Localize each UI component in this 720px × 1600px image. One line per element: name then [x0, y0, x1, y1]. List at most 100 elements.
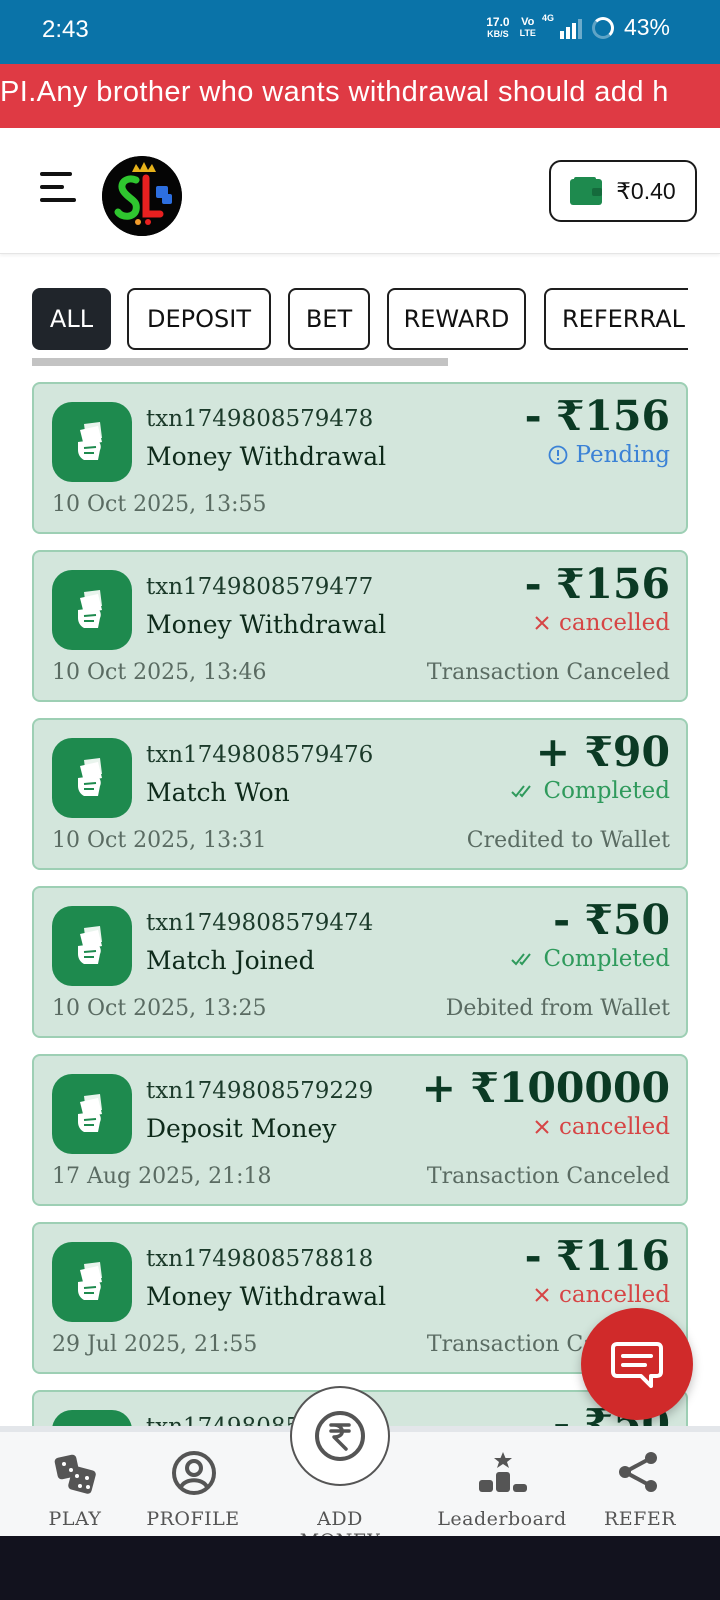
transaction-card[interactable]: txn1749808579474 Match Joined 10 Oct 202… [32, 886, 688, 1038]
status-badge: Completed [511, 946, 670, 972]
transaction-id: txn1749808579229 [146, 1078, 374, 1104]
tab-deposit[interactable]: DEPOSIT [127, 288, 271, 350]
app-header: ₹0.40 [0, 128, 720, 254]
transaction-amount: - ₹116 [524, 1232, 670, 1280]
money-icon [52, 402, 132, 482]
transaction-note: Transaction Canceled [426, 660, 670, 685]
transaction-title: Money Withdrawal [146, 610, 387, 639]
status-text: Pending [575, 442, 670, 468]
announcement-text: PI.Any brother who wants withdrawal shou… [0, 76, 669, 108]
network-speed-unit: KB/S [487, 28, 509, 39]
double-check-icon [511, 785, 532, 798]
transaction-date: 17 Aug 2025, 21:18 [52, 1164, 272, 1189]
nav-leaderboard[interactable]: Leaderboard [437, 1432, 567, 1536]
close-icon [535, 1120, 549, 1134]
transaction-amount: + ₹90 [535, 728, 670, 776]
transaction-title: Deposit Money [146, 1114, 337, 1143]
tab-all[interactable]: ALL [32, 288, 111, 350]
volte-icon: Vo LTE [519, 15, 536, 39]
money-icon [52, 570, 132, 650]
menu-icon [40, 172, 72, 176]
status-badge: Completed [511, 778, 670, 804]
logo-icon [102, 156, 182, 236]
nav-refer[interactable]: REFER [575, 1432, 705, 1536]
transaction-id: txn1749808578818 [146, 1246, 374, 1272]
network-type: 4G [541, 12, 554, 23]
rupee-icon [315, 1411, 365, 1461]
transaction-card[interactable]: txn1749808579476 Match Won 10 Oct 2025, … [32, 718, 688, 870]
money-icon [52, 1242, 132, 1322]
tab-bet[interactable]: BET [288, 288, 370, 350]
transaction-note: Credited to Wallet [466, 828, 670, 853]
transaction-id: txn1749808579477 [146, 574, 374, 600]
wallet-icon [570, 177, 603, 205]
share-icon [619, 1452, 657, 1492]
info-circle-icon [548, 445, 567, 465]
transaction-card[interactable]: txn1749808579478 Money Withdrawal 10 Oct… [32, 382, 688, 534]
transaction-id: txn1749808579478 [146, 406, 374, 432]
transaction-amount: + ₹100000 [421, 1064, 670, 1112]
close-icon [535, 616, 549, 630]
wallet-balance-button[interactable]: ₹0.40 [549, 160, 697, 222]
battery-percent: 43% [623, 14, 670, 40]
app-logo[interactable] [102, 156, 182, 236]
status-bar: 2:43 17.0 KB/S Vo LTE 4G 43% [0, 0, 720, 64]
transaction-amount: - ₹50 [553, 896, 670, 944]
battery-icon [591, 16, 614, 39]
nav-profile-label: PROFILE [146, 1508, 240, 1530]
system-navigation-bar [0, 1536, 720, 1600]
transaction-title: Match Joined [146, 946, 315, 975]
transaction-amount: - ₹156 [524, 392, 670, 440]
dice-icon [54, 1454, 96, 1494]
status-text: cancelled [559, 1282, 670, 1308]
network-speed: 17.0 KB/S [486, 16, 509, 40]
transaction-title: Money Withdrawal [146, 442, 387, 471]
transaction-title: Match Won [146, 778, 290, 807]
transaction-note: Debited from Wallet [445, 996, 670, 1021]
status-text: Completed [543, 778, 670, 804]
status-text: Completed [543, 946, 670, 972]
add-money-button[interactable] [290, 1386, 390, 1486]
transaction-date: 29 Jul 2025, 21:55 [52, 1332, 258, 1357]
status-text: cancelled [559, 610, 670, 636]
transaction-id: txn1749808579476 [146, 742, 374, 768]
volte-top: Vo [521, 15, 535, 28]
status-badge: cancelled [533, 1114, 670, 1140]
tab-referral[interactable]: REFERRAL [544, 288, 688, 350]
money-icon [52, 738, 132, 818]
transaction-note: Transaction Canceled [426, 1164, 670, 1189]
transaction-amount: - ₹156 [524, 560, 670, 608]
money-icon [52, 1074, 132, 1154]
money-icon [52, 906, 132, 986]
money-icon [52, 1410, 132, 1426]
status-text: cancelled [559, 1114, 670, 1140]
nav-play-label: PLAY [48, 1508, 102, 1530]
transaction-date: 10 Oct 2025, 13:46 [52, 660, 267, 685]
transaction-card[interactable]: txn1749808579477 Money Withdrawal 10 Oct… [32, 550, 688, 702]
nav-profile[interactable]: PROFILE [128, 1432, 258, 1536]
transaction-id: txn1749808579474 [146, 910, 374, 936]
user-circle-icon [172, 1451, 216, 1495]
nav-play[interactable]: PLAY [10, 1432, 140, 1536]
double-check-icon [511, 953, 532, 966]
volte-bottom: LTE [519, 27, 536, 38]
wallet-balance: ₹0.40 [616, 177, 676, 204]
transaction-card[interactable]: txn1749808579229 Deposit Money 17 Aug 20… [32, 1054, 688, 1206]
nav-refer-label: REFER [603, 1508, 677, 1530]
status-icons: 17.0 KB/S Vo LTE 4G 43% [486, 12, 670, 41]
tabs-scrollbar[interactable] [32, 358, 448, 366]
transaction-id: txn174980857 [146, 1414, 315, 1426]
chat-button[interactable] [581, 1308, 693, 1420]
filter-tabs: ALL DEPOSIT BET REWARD REFERRAL [32, 288, 688, 350]
tab-reward[interactable]: REWARD [387, 288, 526, 350]
announcement-banner: PI.Any brother who wants withdrawal shou… [0, 64, 720, 128]
close-icon [535, 1288, 549, 1302]
status-badge: cancelled [533, 610, 670, 636]
podium-icon [479, 1452, 527, 1492]
transaction-list: txn1749808579478 Money Withdrawal 10 Oct… [0, 380, 720, 1426]
menu-button[interactable] [40, 172, 76, 202]
transaction-date: 10 Oct 2025, 13:55 [52, 492, 267, 517]
status-badge: Pending [548, 442, 670, 468]
transaction-date: 10 Oct 2025, 13:25 [52, 996, 267, 1021]
network-speed-value: 17.0 [486, 14, 510, 29]
